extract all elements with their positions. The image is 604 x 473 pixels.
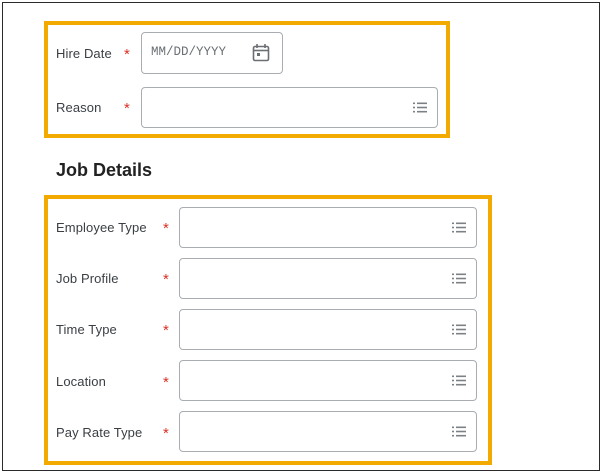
- job-profile-label: Job Profile: [56, 271, 119, 286]
- job-profile-select[interactable]: [179, 258, 477, 299]
- hire-date-input[interactable]: MM/DD/YYYY: [141, 32, 283, 74]
- list-icon[interactable]: [413, 102, 427, 113]
- list-icon[interactable]: [452, 426, 466, 437]
- list-icon[interactable]: [452, 324, 466, 335]
- location-label: Location: [56, 374, 106, 389]
- hire-date-label: Hire Date: [56, 46, 112, 61]
- hire-date-placeholder: MM/DD/YYYY: [151, 45, 227, 59]
- reason-label: Reason: [56, 100, 102, 115]
- employee-type-label: Employee Type: [56, 220, 147, 235]
- reason-select[interactable]: [141, 87, 438, 128]
- pay-rate-type-label: Pay Rate Type: [56, 425, 143, 440]
- location-required-mark: *: [163, 374, 169, 391]
- time-type-select[interactable]: [179, 309, 477, 350]
- list-icon[interactable]: [452, 273, 466, 284]
- list-icon[interactable]: [452, 222, 466, 233]
- employee-type-required-mark: *: [163, 220, 169, 237]
- time-type-required-mark: *: [163, 322, 169, 339]
- calendar-icon[interactable]: [252, 43, 270, 63]
- location-select[interactable]: [179, 360, 477, 401]
- job-details-title: Job Details: [56, 160, 153, 180]
- hire-date-required-mark: *: [124, 46, 130, 63]
- pay-rate-type-required-mark: *: [163, 425, 169, 442]
- list-icon[interactable]: [452, 375, 466, 386]
- job-profile-required-mark: *: [163, 271, 169, 288]
- employee-type-select[interactable]: [179, 207, 477, 248]
- time-type-label: Time Type: [56, 322, 117, 337]
- pay-rate-type-select[interactable]: [179, 411, 477, 452]
- reason-required-mark: *: [124, 100, 130, 117]
